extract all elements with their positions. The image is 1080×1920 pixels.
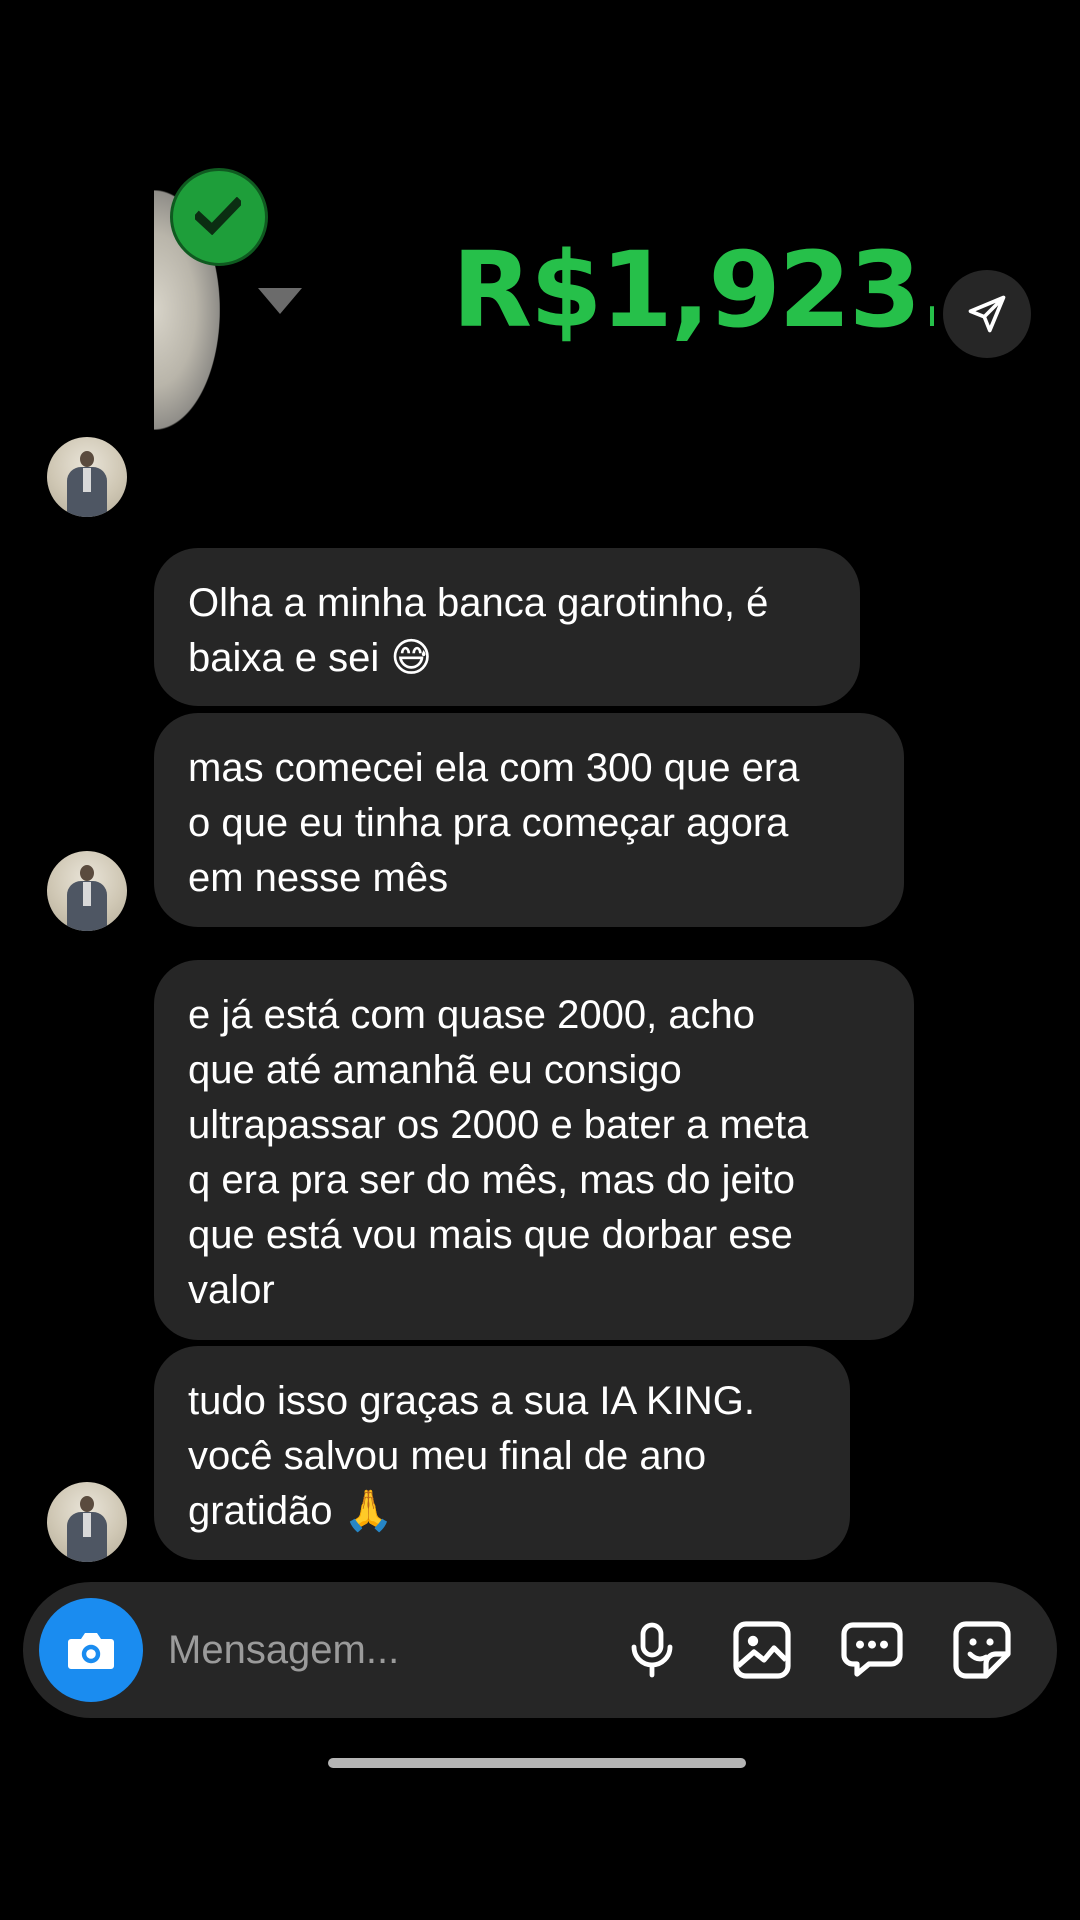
chat-bubble-icon	[841, 1622, 903, 1677]
sticker-icon	[953, 1621, 1011, 1679]
shared-image-preview[interactable]: R$1,923.	[154, 150, 934, 430]
microphone-icon	[631, 1622, 673, 1678]
gallery-icon	[733, 1621, 791, 1679]
camera-icon	[68, 1633, 114, 1669]
avatar[interactable]	[47, 851, 127, 931]
sticker-button[interactable]	[950, 1618, 1014, 1682]
message-text: tudo isso graças a sua IA KING. você sal…	[188, 1379, 755, 1533]
share-button[interactable]	[943, 270, 1031, 358]
praying-hands-emoji: 🙏	[343, 1488, 394, 1534]
avatar[interactable]	[47, 1482, 127, 1562]
dropdown-arrow-icon	[258, 288, 302, 314]
message-bubble[interactable]: Olha a minha banca garotinho, é baixa e …	[154, 548, 860, 706]
paper-plane-icon	[968, 295, 1006, 333]
message-bubble[interactable]: mas comecei ela com 300 que era o que eu…	[154, 713, 904, 927]
home-indicator[interactable]	[328, 1758, 746, 1768]
message-text: e já está com quase 2000, acho que até a…	[188, 993, 809, 1312]
gallery-button[interactable]	[730, 1618, 794, 1682]
camera-button[interactable]	[39, 1598, 143, 1702]
message-input[interactable]	[168, 1620, 588, 1680]
chat-options-button[interactable]	[840, 1618, 904, 1682]
message-composer	[23, 1582, 1057, 1718]
sweat-smile-emoji: 😅	[390, 635, 433, 681]
balance-amount: R$1,923.	[452, 229, 934, 351]
message-text: Olha a minha banca garotinho, é baixa e …	[188, 581, 769, 680]
avatar[interactable]	[47, 437, 127, 517]
microphone-button[interactable]	[620, 1618, 684, 1682]
check-badge-icon	[170, 168, 268, 266]
message-bubble[interactable]: e já está com quase 2000, acho que até a…	[154, 960, 914, 1340]
message-bubble[interactable]: tudo isso graças a sua IA KING. você sal…	[154, 1346, 850, 1560]
message-text: mas comecei ela com 300 que era o que eu…	[188, 746, 800, 900]
